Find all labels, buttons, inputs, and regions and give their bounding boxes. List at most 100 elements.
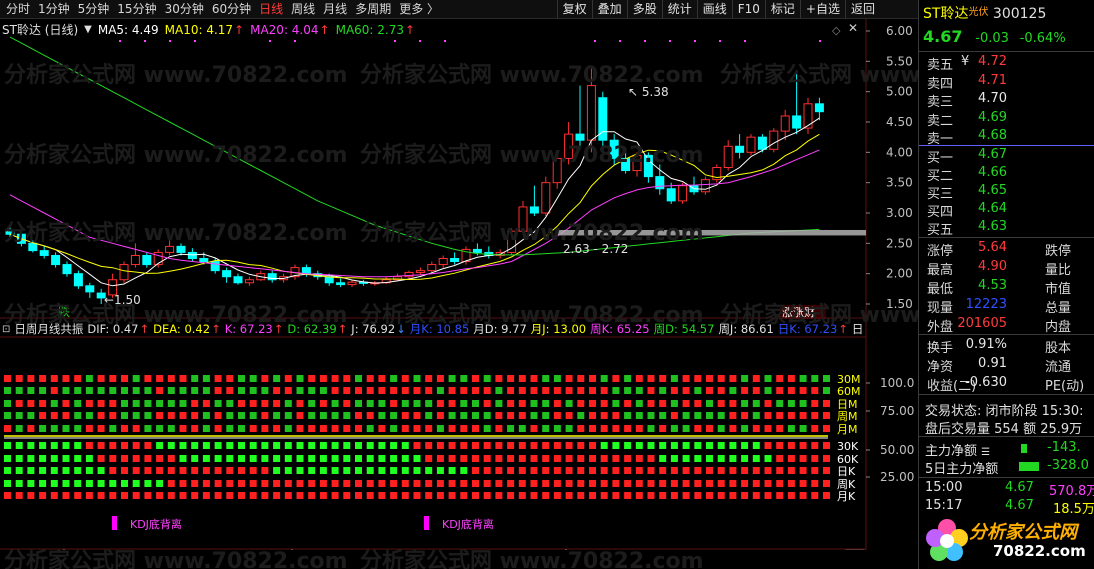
kdj-square [612,467,620,474]
resonance-square [378,375,386,382]
resonance-square [799,375,807,382]
candle-body [39,250,49,256]
kdj-square [530,467,538,474]
mark-button[interactable]: 标记 [764,0,800,19]
resonance-square [460,425,468,432]
kdj-square [741,492,749,499]
divider [919,237,1094,238]
stats-button[interactable]: 统计 [661,0,697,19]
up-arrow-icon: ↑ [273,322,284,336]
quote-row-value: 4.66 [978,165,1007,180]
resonance-square [62,375,70,382]
period-tab-60min[interactable]: 60分钟 [208,0,255,19]
price-tick-label: 4.00 [886,145,913,159]
kdj-square [39,492,47,499]
resonance-square [261,425,269,432]
kdj-square [366,480,374,487]
candle-body [119,264,129,281]
period-tab-15min[interactable]: 15分钟 [113,0,160,19]
overlay-button[interactable]: 叠加 [591,0,627,19]
back-button[interactable]: 返回 [844,0,880,19]
period-tab-30min[interactable]: 30分钟 [161,0,208,19]
kdj-square [670,467,678,474]
kdj-square [706,480,713,487]
resonance-square [624,425,632,432]
resonance-square [97,387,105,394]
add-watchlist-button[interactable]: +自选 [799,0,845,19]
kdj-square [507,480,515,487]
quote-row-value: 4.64 [978,201,1007,216]
period-tab-5min[interactable]: 5分钟 [74,0,114,19]
quote-row-label: 现量 [927,301,954,316]
period-tab-more[interactable]: 更多 〉 [395,0,443,19]
kdj-square [706,467,713,474]
multi-stock-button[interactable]: 多股 [626,0,662,19]
signal-dot [144,40,146,42]
chart-canvas[interactable]: 6.00 5.50 5.00 4.50 4.00 3.50 3.00 2.50 2.00 1.50… [0,19,918,550]
period-tab-monthly[interactable]: 月线 [319,0,351,19]
kdj-square [717,455,725,462]
period-tab-fenshi[interactable]: 分时 [2,0,34,19]
resonance-square [600,387,608,394]
kdj-square [238,480,245,487]
kdj-square [577,492,585,499]
candle-body [746,136,756,153]
resonance-square [284,425,292,432]
resonance-square [343,400,351,407]
quote-row: 卖四 4.71 [923,73,1093,92]
period-tab-1min[interactable]: 1分钟 [34,0,74,19]
resonance-square [284,400,292,407]
main-net-label[interactable]: 主力净额 ☰ [925,440,990,459]
period-tab-multi[interactable]: 多周期 [351,0,395,19]
week-d-value: 周D: 54.57 [653,322,715,336]
resonance-square [425,387,433,394]
kdj-square [39,455,47,462]
legend-toggle-icon[interactable]: ▼ [84,24,92,35]
logo-title: 分析家公式网 [969,522,1077,543]
resonance-square [261,387,269,394]
tick-price: 4.67 [1005,480,1034,495]
kdj-square [729,480,737,487]
fall-label: 跌 [58,304,70,319]
f10-button[interactable]: F10 [731,0,765,19]
kdj-square [577,455,585,462]
chart-area[interactable]: 6.00 5.50 5.00 4.50 4.00 3.50 3.00 2.50 2.00 1.50… [0,19,1064,569]
kdj-square [425,442,433,449]
draw-line-button[interactable]: 画线 [696,0,732,19]
quote-row-value: -0.630 [965,375,1007,390]
resonance-square [296,400,304,407]
sector-tag[interactable]: 光伏 [968,7,988,18]
kdj-square [507,467,515,474]
resonance-square [132,412,140,419]
list-icon: ☰ [981,447,991,458]
resonance-square [472,387,479,394]
fuquan-button[interactable]: 复权 [556,0,592,19]
candle-body [415,270,425,273]
resonance-square [553,387,561,394]
row-label: 日K [837,465,856,478]
stock-name[interactable]: ST聆达 [923,6,968,22]
resonance-square [776,412,784,419]
resonance-square [776,425,784,432]
kdj-square [472,442,479,449]
quote-row-label: 最低 [927,282,954,297]
kdj-square [355,480,362,487]
period-tab-weekly[interactable]: 周线 [287,0,319,19]
quote-row-label2: 总量 [1045,301,1072,316]
kdj-square [682,442,690,449]
kdj-square [27,480,35,487]
settings-icon[interactable]: ⊡ [2,324,10,335]
resonance-square [4,412,11,419]
kdj-square [319,467,327,474]
resonance-square [752,387,760,394]
period-tab-daily[interactable]: 日线 [255,0,287,19]
current-price: 4.67 [923,27,963,46]
close-icon[interactable]: ✕ [848,21,858,35]
quote-row-label: 买四 [927,205,954,220]
up-arrow-icon: ↑ [337,322,348,336]
kdj-square [378,467,386,474]
resonance-square [670,425,678,432]
diamond-icon[interactable]: ◇ [832,24,840,37]
resonance-square [600,400,608,407]
kdj-square [97,467,105,474]
